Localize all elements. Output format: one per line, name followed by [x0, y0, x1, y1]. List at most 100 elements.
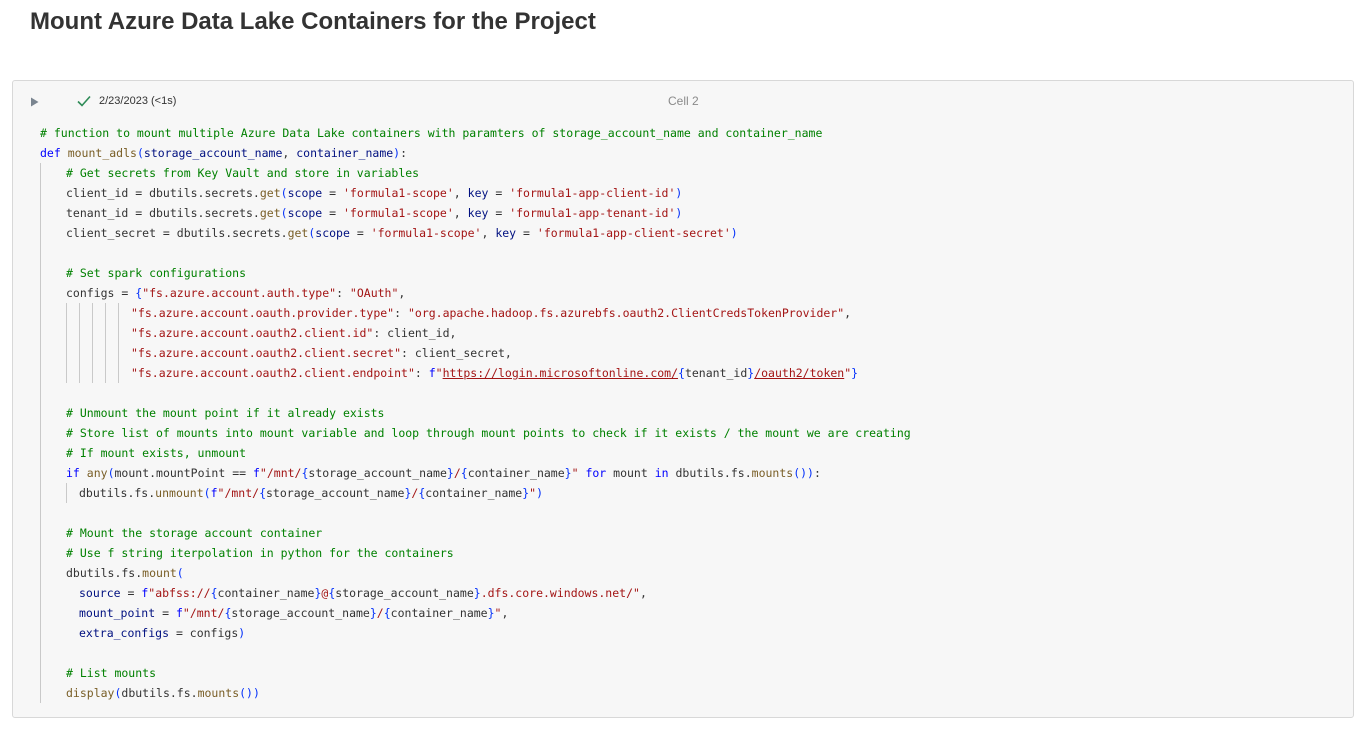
code-token: ,	[398, 286, 406, 300]
code-token: def	[40, 146, 68, 160]
code-token: =	[155, 606, 176, 620]
code-token: for	[578, 466, 614, 480]
code-token: mount	[613, 466, 655, 480]
code-token: storage_account_name	[308, 466, 447, 480]
indent-guide	[118, 323, 131, 343]
code-token: # Store list of mounts into mount variab…	[66, 426, 911, 440]
code-token: # List mounts	[66, 666, 157, 680]
code-token: f	[252, 466, 260, 480]
code-line: "fs.azure.account.oauth.provider.type": …	[40, 303, 911, 323]
code-line: client_id = dbutils.secrets.get(scope = …	[40, 183, 911, 203]
code-editor[interactable]: # function to mount multiple Azure Data …	[40, 123, 911, 703]
code-line	[40, 243, 911, 263]
indent-guide	[40, 303, 66, 323]
code-token: ,	[282, 146, 297, 160]
code-token: storage_account_name	[335, 586, 474, 600]
code-line: # Set spark configurations	[40, 263, 911, 283]
code-token: 'formula1-app-tenant-id'	[509, 206, 676, 220]
notebook-cell[interactable]: 2/23/2023 (<1s) Cell 2 # function to mou…	[12, 80, 1354, 718]
indent-guide	[40, 283, 66, 303]
code-token: )	[238, 626, 246, 640]
check-icon	[77, 95, 91, 107]
code-token: key	[467, 206, 489, 220]
indent-guide	[66, 363, 79, 383]
indent-guide	[40, 543, 66, 563]
code-token: ,	[501, 606, 509, 620]
code-token: in	[654, 466, 676, 480]
indent-guide	[66, 323, 79, 343]
code-token: =	[516, 226, 537, 240]
run-cell-button[interactable]	[27, 95, 41, 109]
code-token: }	[369, 606, 377, 620]
code-token: )	[730, 226, 738, 240]
code-line: display(dbutils.fs.mounts())	[40, 683, 911, 703]
code-token: container_name	[217, 586, 315, 600]
code-token: =	[322, 206, 343, 220]
indent-guide	[40, 323, 66, 343]
code-token: # If mount exists, unmount	[66, 446, 247, 460]
indent-guide	[105, 323, 118, 343]
code-token: get	[259, 186, 281, 200]
code-line	[40, 643, 911, 663]
code-token: ,	[844, 306, 852, 320]
indent-guide	[105, 363, 118, 383]
code-token: :	[813, 466, 821, 480]
code-token: f	[175, 606, 183, 620]
code-token: # Use f string iterpolation in python fo…	[66, 546, 454, 560]
code-token: =	[322, 186, 343, 200]
code-line: def mount_adls(storage_account_name, con…	[40, 143, 911, 163]
code-token: # Unmount the mount point if it already …	[66, 406, 385, 420]
code-line: # Mount the storage account container	[40, 523, 911, 543]
code-token: get	[287, 226, 309, 240]
code-token: :	[400, 146, 408, 160]
cell-header: 2/23/2023 (<1s) Cell 2	[13, 81, 1353, 121]
code-line: mount_point = f"/mnt/ {storage_account_na…	[40, 603, 911, 623]
indent-guide	[40, 643, 66, 663]
code-line	[40, 383, 911, 403]
code-token: display	[66, 686, 115, 700]
indent-guide	[40, 163, 66, 183]
indent-guide	[40, 683, 66, 703]
code-token: mount	[142, 566, 177, 580]
code-token: "fs.azure.account.auth.type"	[142, 286, 337, 300]
code-token: : client_secret,	[401, 346, 512, 360]
indent-guide	[40, 443, 66, 463]
indent-guide	[40, 603, 66, 623]
code-token: }	[446, 466, 454, 480]
code-token: # Set spark configurations	[66, 266, 247, 280]
code-token: mounts	[751, 466, 794, 480]
code-token: scope	[315, 226, 350, 240]
indent-guide	[40, 523, 66, 543]
indent-guide	[92, 323, 105, 343]
code-token: }	[487, 606, 495, 620]
code-token: scope	[287, 206, 323, 220]
indent-guide	[105, 343, 118, 363]
code-token: if	[66, 466, 87, 480]
code-token: 'formula1-scope'	[343, 186, 454, 200]
code-token: ,	[453, 186, 468, 200]
code-token: =	[120, 586, 142, 600]
code-line: # Store list of mounts into mount variab…	[40, 423, 911, 443]
code-token: mounts	[197, 686, 240, 700]
code-token: "/mnt/	[217, 486, 260, 500]
code-token: "org.apache.hadoop.fs.azurebfs.oauth2.Cl…	[407, 306, 845, 320]
indent-guide	[66, 303, 79, 323]
code-token: "/mnt/	[259, 466, 302, 480]
code-line: # Unmount the mount point if it already …	[40, 403, 911, 423]
code-token: dbutils.fs.	[66, 566, 143, 580]
indent-guide	[40, 663, 66, 683]
code-token: "/mnt/	[182, 606, 225, 620]
code-token: "abfss://	[148, 586, 211, 600]
code-token: {	[210, 586, 218, 600]
code-token: configs =	[66, 286, 136, 300]
code-token: {	[678, 366, 685, 380]
code-token: "OAuth"	[349, 286, 399, 300]
code-token: (	[107, 466, 115, 480]
indent-guide	[40, 583, 66, 603]
code-token: }	[473, 586, 481, 600]
code-token: "fs.azure.account.oauth2.client.id"	[131, 326, 374, 340]
indent-guide	[92, 303, 105, 323]
code-token: # Get secrets from Key Vault and store i…	[66, 166, 420, 180]
indent-guide	[118, 303, 131, 323]
code-token: get	[259, 206, 281, 220]
